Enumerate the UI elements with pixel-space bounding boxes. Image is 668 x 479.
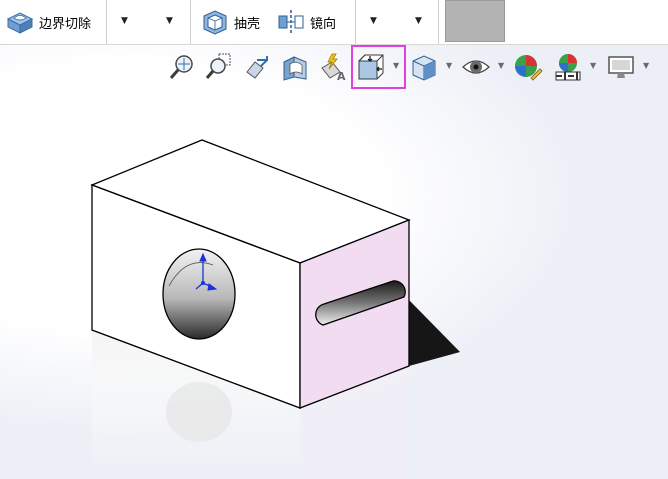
ribbon-divider — [355, 0, 356, 44]
heads-up-view-toolbar: A ▼ ▼ ▼ ▼ ▼ — [0, 45, 668, 90]
mirror-label: 镜向 — [310, 16, 337, 32]
mirror-icon — [278, 10, 304, 34]
ribbon-divider — [190, 0, 191, 44]
color-swatch[interactable] — [445, 0, 505, 42]
model-shadow — [409, 300, 460, 366]
ribbon-dropdown-arrow-3[interactable]: ▼ — [370, 16, 377, 26]
zoom-to-fit-icon[interactable] — [167, 52, 197, 82]
shell-button[interactable]: 抽壳 — [200, 6, 260, 38]
section-view-icon[interactable] — [280, 52, 310, 82]
ribbon-divider — [106, 0, 107, 44]
ribbon-dropdown-arrow-4[interactable]: ▼ — [415, 16, 422, 26]
view-settings-dropdown[interactable]: ▼ — [643, 61, 649, 70]
dynamic-annotation-views-icon[interactable]: A — [318, 52, 348, 82]
ribbon-divider — [438, 0, 439, 44]
hide-show-dropdown[interactable]: ▼ — [498, 61, 504, 70]
apply-scene-icon[interactable] — [553, 52, 583, 82]
previous-view-icon[interactable] — [241, 52, 271, 82]
shell-label: 抽壳 — [234, 16, 261, 32]
ribbon-dropdown-arrow-2[interactable]: ▼ — [166, 16, 173, 26]
display-style-icon[interactable] — [409, 52, 439, 82]
boundary-cut-button[interactable]: 边界切除 — [5, 6, 91, 38]
shell-icon — [203, 10, 227, 35]
part-model[interactable] — [0, 45, 668, 479]
ribbon-dropdown-arrow-1[interactable]: ▼ — [121, 16, 128, 26]
reflection-hole — [166, 382, 232, 442]
display-style-dropdown[interactable]: ▼ — [446, 61, 452, 70]
command-manager-ribbon: 边界切除 ▼ ▼ 抽壳 镜向 ▼ ▼ — [0, 0, 668, 45]
boundary-cut-label: 边界切除 — [39, 16, 92, 32]
hide-show-items-icon[interactable] — [461, 52, 491, 82]
svg-text:A: A — [337, 70, 346, 82]
zoom-to-area-icon[interactable] — [203, 52, 233, 82]
view-settings-icon[interactable] — [606, 52, 636, 82]
edit-appearance-icon[interactable] — [513, 52, 543, 82]
mirror-button[interactable]: 镜向 — [276, 6, 336, 38]
boundary-cut-icon — [6, 12, 34, 34]
apply-scene-dropdown[interactable]: ▼ — [590, 61, 596, 70]
active-tool-highlight — [351, 45, 406, 89]
